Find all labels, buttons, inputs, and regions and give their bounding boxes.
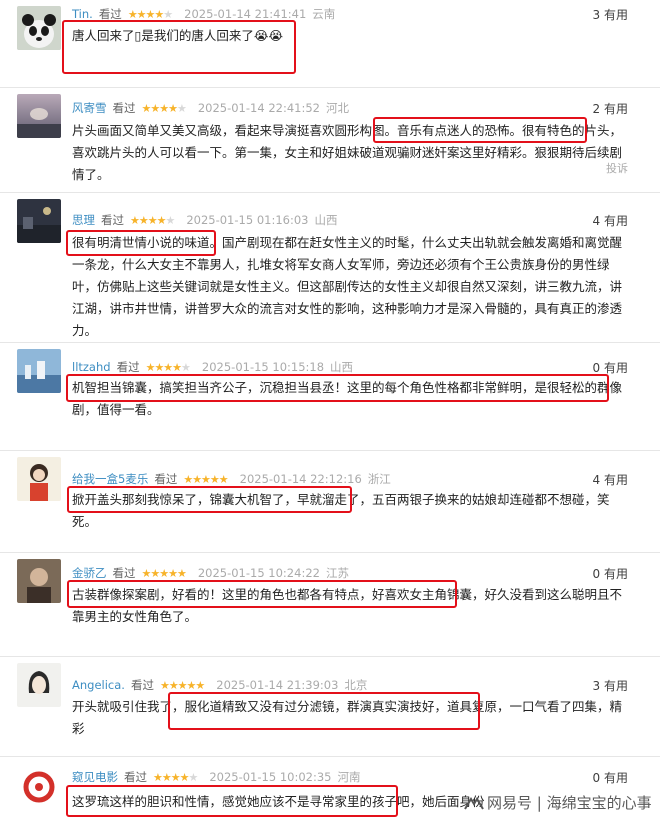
review-location: 浙江 [367, 472, 391, 486]
highlight-box [168, 692, 480, 730]
review-date: 2025-01-15 10:15:18 [201, 360, 325, 374]
avatar[interactable] [17, 6, 61, 50]
useful-button[interactable]: 0 有用 [593, 565, 628, 582]
review-date: 2025-01-14 22:12:16 [239, 472, 362, 486]
cartoon-girl-avatar-icon [17, 457, 61, 501]
review-date: 2025-01-15 10:02:35 [209, 770, 332, 784]
review-item: 窥见电影 看过 ★★★★★ 2025-01-15 10:02:35 河南 0 有… [0, 757, 660, 823]
highlight-box [67, 486, 352, 513]
useful-button[interactable]: 2 有用 [593, 100, 628, 117]
review-date: 2025-01-15 01:16:03 [186, 213, 309, 227]
review-meta: 给我一盒5麦乐 看过 ★★★★★ 2025-01-14 22:12:16 浙江 [72, 471, 391, 487]
review-meta: 思理 看过 ★★★★★ 2025-01-15 01:16:03 山西 [72, 212, 337, 228]
useful-button[interactable]: 4 有用 [593, 471, 628, 488]
review-item: 风寄雪 看过 ★★★★★ 2025-01-14 22:41:52 河北 2 有用… [0, 88, 660, 193]
useful-button[interactable]: 3 有用 [593, 6, 628, 23]
landscape-avatar-icon [17, 94, 61, 138]
avatar[interactable] [17, 663, 61, 707]
username-link[interactable]: Tin. [72, 7, 93, 21]
avatar[interactable] [17, 94, 61, 138]
review-date: 2025-01-15 10:24:22 [197, 566, 320, 580]
watch-status: 看过 [154, 472, 178, 486]
username-link[interactable]: 窥见电影 [72, 769, 118, 785]
highlight-box [66, 785, 398, 817]
highlight-box [67, 580, 457, 608]
useful-button[interactable]: 3 有用 [593, 677, 628, 694]
avatar[interactable] [17, 457, 61, 501]
star-rating: ★★★★★ [159, 678, 205, 692]
highlight-box [373, 117, 587, 143]
review-date: 2025-01-14 21:39:03 [216, 678, 339, 692]
username-link[interactable]: lltzahd [72, 360, 111, 374]
username-link[interactable]: 思理 [72, 212, 95, 228]
review-item: Tin. 看过 ★★★★★ 2025-01-14 21:41:41 云南 3 有… [0, 0, 660, 88]
review-location: 云南 [312, 7, 336, 21]
review-location: 河南 [337, 770, 361, 784]
highlight-box [66, 374, 609, 402]
star-rating: ★★★★★ [141, 101, 187, 115]
review-meta: 窥见电影 看过 ★★★★★ 2025-01-15 10:02:35 河南 [72, 769, 360, 785]
review-location: 河北 [325, 101, 349, 115]
watch-status: 看过 [130, 678, 154, 692]
panda-avatar-icon [17, 6, 61, 50]
review-meta: 风寄雪 看过 ★★★★★ 2025-01-14 22:41:52 河北 [72, 100, 349, 116]
star-rating: ★★★★★ [127, 7, 173, 21]
sketch-girl-avatar-icon [17, 663, 61, 707]
star-rating: ★★★★★ [130, 213, 175, 227]
avatar[interactable] [17, 559, 61, 603]
review-date: 2025-01-14 21:41:41 [184, 7, 307, 21]
review-meta: lltzahd 看过 ★★★★★ 2025-01-15 10:15:18 山西 [72, 359, 353, 375]
review-item: Angelica. 看过 ★★★★★ 2025-01-14 21:39:03 北… [0, 657, 660, 757]
review-location: 北京 [344, 678, 368, 692]
watch-status: 看过 [116, 360, 140, 374]
username-link[interactable]: 给我一盒5麦乐 [72, 471, 148, 487]
useful-button[interactable]: 0 有用 [593, 769, 628, 786]
watch-status: 看过 [124, 770, 147, 784]
username-link[interactable]: 风寄雪 [72, 100, 107, 116]
review-meta: 金骄乙 看过 ★★★★★ 2025-01-15 10:24:22 江苏 [72, 565, 349, 581]
netease-logo-icon [464, 796, 484, 810]
watermark-text: 网易号 | 海绵宝宝的心事 [487, 794, 652, 812]
watermark: 网易号 | 海绵宝宝的心事 [463, 792, 652, 813]
star-rating: ★★★★★ [141, 566, 187, 580]
review-location: 山西 [314, 213, 338, 227]
portrait-avatar-icon [17, 559, 61, 603]
highlight-box [66, 230, 216, 256]
night-scene-avatar-icon [17, 199, 61, 243]
highlight-box [62, 20, 296, 74]
avatar[interactable] [17, 199, 61, 243]
scenery-avatar-icon [17, 349, 61, 393]
star-rating: ★★★★★ [183, 472, 228, 486]
report-link[interactable]: 投诉 [606, 160, 628, 176]
avatar[interactable] [17, 349, 61, 393]
watch-status: 看过 [112, 566, 136, 580]
watch-status: 看过 [112, 101, 136, 115]
review-location: 山西 [330, 360, 354, 374]
useful-button[interactable]: 4 有用 [593, 212, 628, 229]
star-rating: ★★★★★ [153, 770, 198, 784]
star-rating: ★★★★★ [145, 360, 191, 374]
review-location: 江苏 [325, 566, 349, 580]
review-item: 给我一盒5麦乐 看过 ★★★★★ 2025-01-14 22:12:16 浙江 … [0, 451, 660, 553]
review-item: 金骄乙 看过 ★★★★★ 2025-01-15 10:24:22 江苏 0 有用… [0, 553, 660, 657]
review-date: 2025-01-14 22:41:52 [197, 101, 320, 115]
brand-logo-avatar-icon [17, 763, 61, 807]
review-item: lltzahd 看过 ★★★★★ 2025-01-15 10:15:18 山西 … [0, 343, 660, 451]
review-item: 思理 看过 ★★★★★ 2025-01-15 01:16:03 山西 4 有用 … [0, 193, 660, 343]
review-meta: Angelica. 看过 ★★★★★ 2025-01-14 21:39:03 北… [72, 677, 367, 693]
username-link[interactable]: Angelica. [72, 678, 125, 692]
watch-status: 看过 [101, 213, 124, 227]
username-link[interactable]: 金骄乙 [72, 565, 107, 581]
avatar[interactable] [17, 763, 61, 807]
